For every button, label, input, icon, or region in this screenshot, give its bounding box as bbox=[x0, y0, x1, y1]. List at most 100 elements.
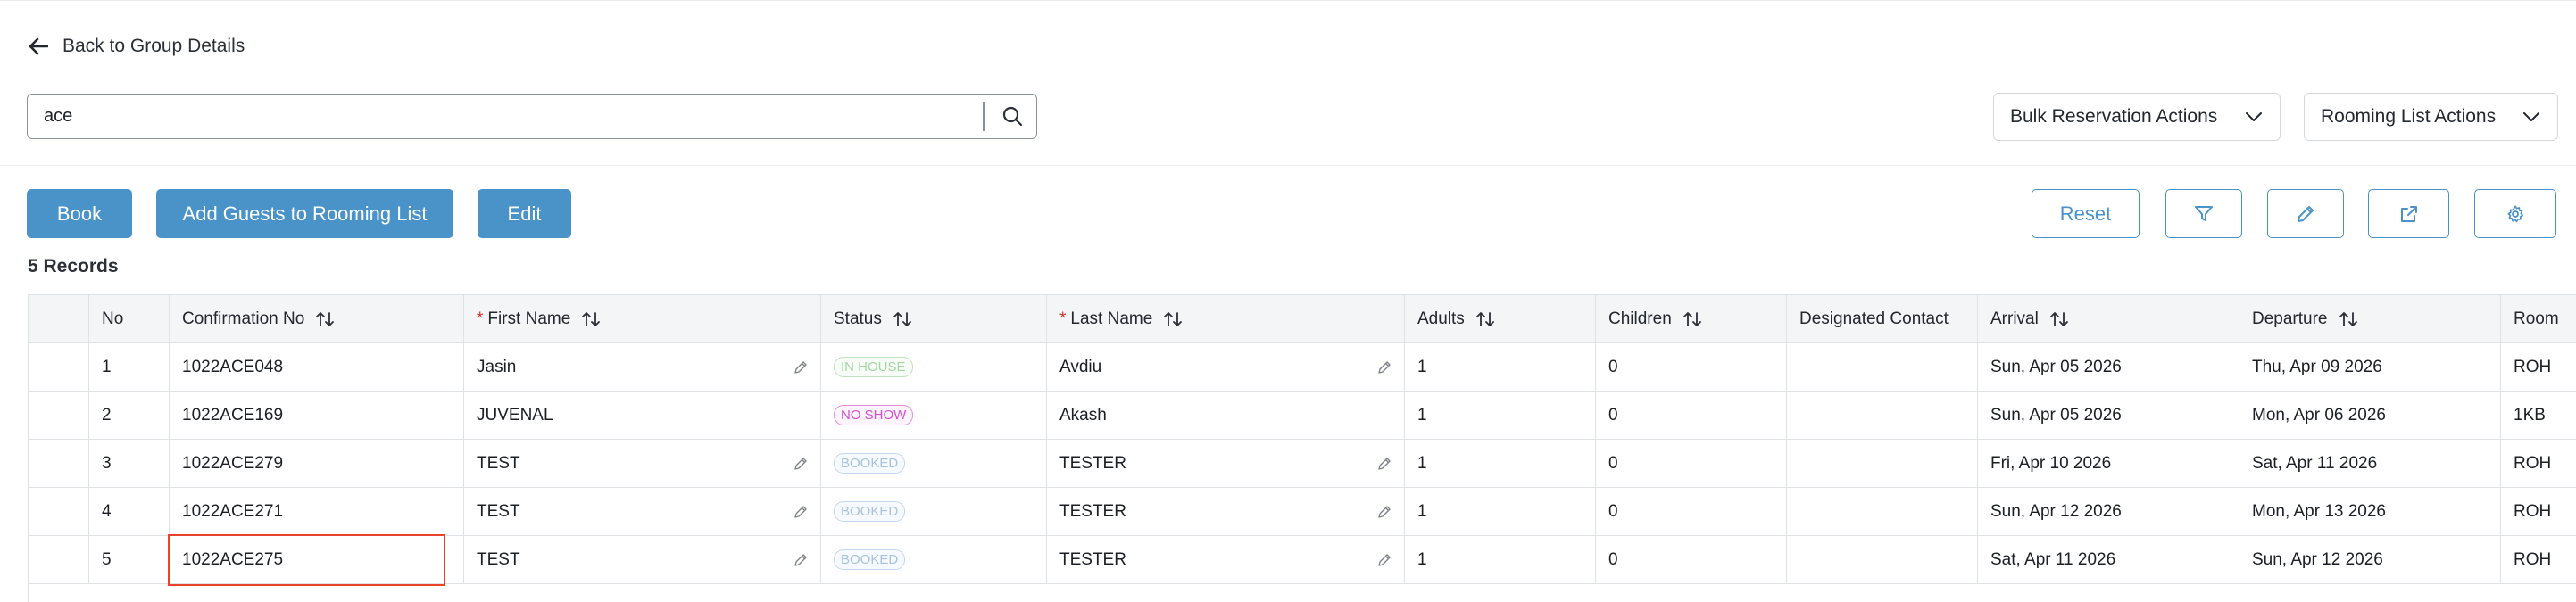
sort-icon[interactable] bbox=[1683, 311, 1702, 326]
table-row[interactable]: 3 1022ACE279 TEST BOOKED TESTER 1 0 Fri,… bbox=[29, 440, 2576, 488]
back-link-label: Back to Group Details bbox=[62, 36, 245, 56]
records-count: 5 Records bbox=[28, 256, 119, 276]
last-name-value: TESTER bbox=[1059, 501, 1126, 521]
bulk-reservation-actions-dropdown[interactable]: Bulk Reservation Actions bbox=[1993, 93, 2281, 141]
top-divider bbox=[0, 0, 2576, 1]
table-row[interactable]: 1 1022ACE048 Jasin IN HOUSE Avdiu 1 0 Su… bbox=[29, 343, 2576, 392]
add-guests-button[interactable]: Add Guests to Rooming List bbox=[156, 189, 453, 238]
edit-last-name-icon[interactable] bbox=[1377, 360, 1392, 375]
cell-status: NO SHOW bbox=[821, 392, 1047, 440]
cell-departure: Mon, Apr 13 2026 bbox=[2239, 488, 2501, 536]
status-badge: BOOKED bbox=[834, 501, 906, 522]
cell-last-name: Avdiu bbox=[1047, 343, 1405, 392]
sort-icon[interactable] bbox=[1163, 311, 1183, 326]
status-badge: BOOKED bbox=[834, 453, 906, 474]
cell-departure: Sat, Apr 11 2026 bbox=[2239, 440, 2501, 488]
edit-last-name-icon[interactable] bbox=[1377, 505, 1392, 519]
column-header-label: Adults bbox=[1417, 309, 1465, 328]
column-header-label: First Name bbox=[487, 309, 571, 328]
cell-designated-contact bbox=[1787, 536, 1978, 584]
column-header-label: Children bbox=[1608, 309, 1672, 328]
edit-columns-button[interactable] bbox=[2267, 189, 2344, 238]
cell-designated-contact bbox=[1787, 488, 1978, 536]
cell-no: 1 bbox=[89, 343, 170, 392]
column-header-label: Confirmation No bbox=[182, 309, 305, 328]
column-header-label: Last Name bbox=[1070, 309, 1153, 328]
edit-last-name-icon[interactable] bbox=[1377, 457, 1392, 471]
cell-confirmation[interactable]: 1022ACE279 bbox=[170, 440, 464, 488]
column-header-confirmation[interactable]: Confirmation No bbox=[170, 295, 464, 343]
table-row[interactable]: 2 1022ACE169 JUVENAL NO SHOW Akash 1 0 S… bbox=[29, 392, 2576, 440]
edit-first-name-icon[interactable] bbox=[794, 360, 808, 375]
cell-confirmation[interactable]: 1022ACE275 bbox=[170, 536, 464, 584]
cell-no: 3 bbox=[89, 440, 170, 488]
cell-room: ROH bbox=[2501, 440, 2576, 488]
row-select-cell[interactable] bbox=[29, 536, 89, 584]
required-marker: * bbox=[477, 309, 484, 328]
sort-icon[interactable] bbox=[1475, 311, 1495, 326]
edit-first-name-icon[interactable] bbox=[794, 505, 808, 519]
cell-last-name: TESTER bbox=[1047, 440, 1405, 488]
cell-arrival: Sat, Apr 11 2026 bbox=[1978, 536, 2239, 584]
edit-first-name-icon[interactable] bbox=[794, 457, 808, 471]
table-row[interactable]: 4 1022ACE271 TEST BOOKED TESTER 1 0 Sun,… bbox=[29, 488, 2576, 536]
sort-icon[interactable] bbox=[315, 311, 335, 326]
last-name-value: TESTER bbox=[1059, 453, 1126, 473]
cell-room: 1KB bbox=[2501, 392, 2576, 440]
select-column-header bbox=[29, 295, 89, 343]
sort-icon[interactable] bbox=[2339, 311, 2358, 326]
rooming-list-actions-dropdown[interactable]: Rooming List Actions bbox=[2304, 93, 2558, 141]
column-header-adults[interactable]: Adults bbox=[1405, 295, 1596, 343]
search-input[interactable] bbox=[44, 102, 981, 130]
cell-first-name: Jasin bbox=[464, 343, 821, 392]
cell-no: 5 bbox=[89, 536, 170, 584]
chevron-down-icon bbox=[2246, 111, 2262, 121]
column-header-children[interactable]: Children bbox=[1596, 295, 1787, 343]
book-button[interactable]: Book bbox=[27, 189, 132, 238]
settings-button[interactable] bbox=[2474, 189, 2556, 238]
first-name-value: TEST bbox=[477, 453, 520, 473]
column-header-label: Arrival bbox=[1990, 309, 2039, 328]
cell-room: ROH bbox=[2501, 343, 2576, 392]
status-badge: NO SHOW bbox=[834, 405, 914, 425]
external-link-icon bbox=[2400, 205, 2417, 222]
gear-icon bbox=[2507, 204, 2524, 222]
cell-first-name: TEST bbox=[464, 440, 821, 488]
cell-designated-contact bbox=[1787, 343, 1978, 392]
cell-confirmation[interactable]: 1022ACE169 bbox=[170, 392, 464, 440]
status-badge: BOOKED bbox=[834, 549, 906, 570]
edit-last-name-icon[interactable] bbox=[1377, 553, 1392, 567]
search-button[interactable] bbox=[992, 98, 1033, 134]
sort-icon[interactable] bbox=[581, 311, 601, 326]
row-select-cell[interactable] bbox=[29, 440, 89, 488]
column-header-label: No bbox=[102, 309, 124, 328]
cell-confirmation[interactable]: 1022ACE048 bbox=[170, 343, 464, 392]
export-button[interactable] bbox=[2368, 189, 2449, 238]
cell-arrival: Sun, Apr 05 2026 bbox=[1978, 343, 2239, 392]
back-to-group-details-link[interactable]: Back to Group Details bbox=[29, 30, 245, 62]
sort-icon[interactable] bbox=[2049, 311, 2069, 326]
filter-button[interactable] bbox=[2165, 189, 2242, 238]
edit-first-name-icon[interactable] bbox=[794, 553, 808, 567]
column-header-label: Departure bbox=[2252, 309, 2328, 328]
cell-first-name: JUVENAL bbox=[464, 392, 821, 440]
cell-confirmation[interactable]: 1022ACE271 bbox=[170, 488, 464, 536]
row-select-cell[interactable] bbox=[29, 343, 89, 392]
table-row[interactable]: 5 1022ACE275 TEST BOOKED TESTER 1 0 Sat,… bbox=[29, 536, 2576, 584]
edit-button[interactable]: Edit bbox=[478, 189, 571, 238]
rooming-list-actions-label: Rooming List Actions bbox=[2321, 106, 2497, 127]
sort-icon[interactable] bbox=[893, 311, 912, 326]
column-header-status[interactable]: Status bbox=[821, 295, 1047, 343]
first-name-value: Jasin bbox=[477, 357, 517, 376]
column-header-arrival[interactable]: Arrival bbox=[1978, 295, 2239, 343]
reset-button[interactable]: Reset bbox=[2032, 189, 2140, 238]
column-header-last-name[interactable]: * Last Name bbox=[1047, 295, 1405, 343]
row-select-cell[interactable] bbox=[29, 488, 89, 536]
required-marker: * bbox=[1059, 309, 1067, 328]
cell-status: BOOKED bbox=[821, 440, 1047, 488]
column-header-designated-contact: Designated Contact bbox=[1787, 295, 1978, 343]
column-header-departure[interactable]: Departure bbox=[2239, 295, 2501, 343]
column-header-first-name[interactable]: * First Name bbox=[464, 295, 821, 343]
cell-status: BOOKED bbox=[821, 488, 1047, 536]
row-select-cell[interactable] bbox=[29, 392, 89, 440]
